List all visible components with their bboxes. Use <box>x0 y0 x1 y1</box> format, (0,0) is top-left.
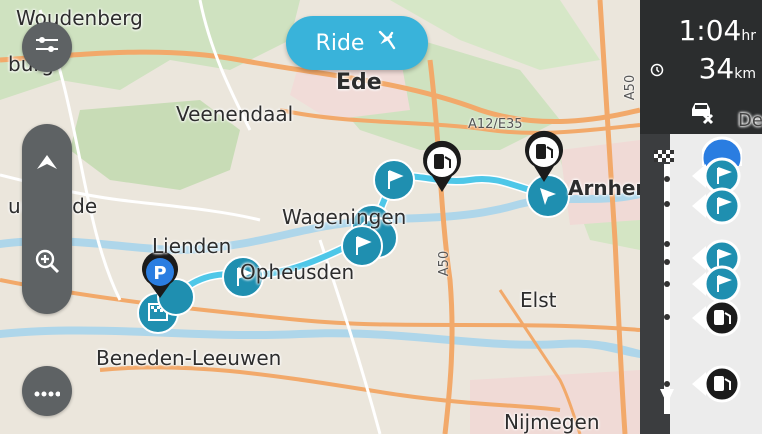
motorbike-icon <box>376 29 398 57</box>
fuel-pump-icon[interactable] <box>692 364 742 408</box>
waypoint-marker[interactable] <box>373 159 415 201</box>
place-label: Lienden <box>152 234 232 258</box>
travel-time: 1:04hr <box>678 14 756 47</box>
road-label: A12/E35 <box>468 117 523 132</box>
travel-time-unit: hr <box>741 28 756 44</box>
zoom-controls <box>22 124 72 314</box>
ride-button[interactable]: Ride <box>286 16 428 70</box>
place-label: Arnhem <box>568 176 640 200</box>
fuel-pump-icon[interactable] <box>692 298 742 342</box>
ride-button-label: Ride <box>315 30 365 56</box>
more-dots-icon <box>34 382 61 401</box>
place-label: Wageningen <box>282 205 407 229</box>
flag-icon[interactable] <box>692 186 742 230</box>
checkered-flag-icon <box>654 150 674 170</box>
place-label: Opheusden <box>240 260 355 284</box>
place-label: De S <box>738 110 762 131</box>
zoom-in-icon <box>34 248 60 278</box>
road-label: A50 <box>437 250 453 277</box>
main-menu-button[interactable] <box>22 22 72 72</box>
place-label: Beneden-Leeuwen <box>96 346 282 370</box>
travel-time-value: 1:04 <box>678 14 742 47</box>
waypoint-marker[interactable] <box>526 174 570 218</box>
remaining-distance: 34km <box>699 52 756 85</box>
settings-sliders-icon <box>34 35 60 59</box>
svg-text:P: P <box>153 263 166 284</box>
traffic-car-icon <box>686 99 716 129</box>
place-label: Veenendaal <box>176 102 294 126</box>
chevron-up-icon <box>35 153 59 177</box>
remaining-distance-unit: km <box>734 66 756 82</box>
place-label: Ede <box>336 70 382 95</box>
tilt-view-button[interactable] <box>22 130 72 200</box>
clock-icon <box>650 62 664 81</box>
remaining-distance-value: 34 <box>698 52 735 85</box>
more-button[interactable] <box>22 366 72 416</box>
zoom-in-button[interactable] <box>22 228 72 298</box>
navigation-screen: P Woudenberg burg Ede Veenendaal uursted… <box>0 0 762 434</box>
road-label: A50 <box>623 74 639 101</box>
place-label: Nijmegen <box>504 410 600 434</box>
route-bar: 1:04hr 34km De S <box>640 0 762 434</box>
place-label: Elst <box>520 288 557 312</box>
